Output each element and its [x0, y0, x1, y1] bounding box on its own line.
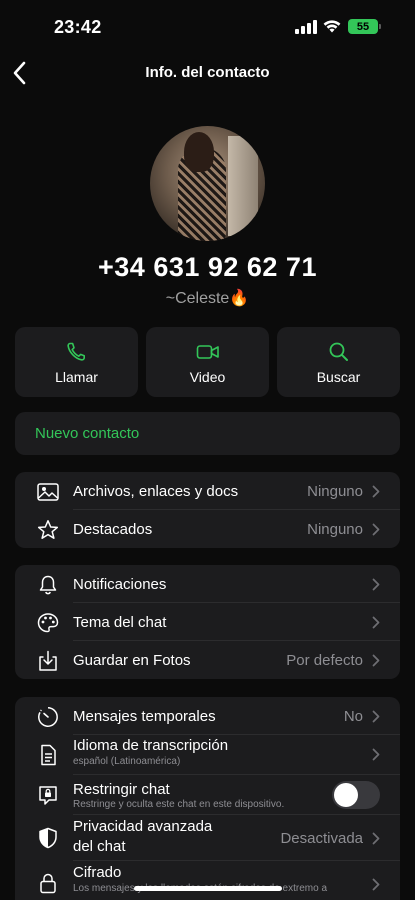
restrict-chat-sub: Restringe y oculta este chat en este dis… — [73, 799, 285, 810]
new-contact-label: Nuevo contacto — [35, 425, 140, 442]
contact-avatar[interactable] — [150, 126, 265, 241]
transcription-language-sub: español (Latinoamérica) — [73, 756, 181, 767]
notifications-row[interactable]: Notificaciones — [15, 565, 400, 603]
media-group: Archivos, enlaces y docs Ninguno Destaca… — [15, 472, 400, 548]
battery-indicator: 55 — [348, 19, 381, 34]
privacy-group: Mensajes temporales No Idioma de transcr… — [15, 697, 400, 900]
status-bar: 23:42 55 — [0, 0, 415, 56]
chevron-right-icon — [372, 485, 380, 498]
chevron-right-icon — [372, 878, 380, 891]
status-time: 23:42 — [54, 17, 102, 37]
chevron-right-icon — [372, 616, 380, 629]
restrict-chat-row: Restringir chat Restringe y oculta este … — [15, 775, 400, 815]
restrict-chat-label: Restringir chat — [73, 781, 170, 798]
encryption-label: Cifrado — [73, 864, 122, 881]
starred-value: Ninguno — [307, 521, 363, 538]
chevron-right-icon — [372, 710, 380, 723]
chevron-right-icon — [372, 748, 380, 761]
search-label: Buscar — [316, 369, 361, 385]
restrict-chat-toggle[interactable] — [332, 781, 380, 809]
chevron-right-icon — [372, 523, 380, 536]
video-icon — [196, 345, 219, 359]
starred-row[interactable]: Destacados Ninguno — [15, 510, 400, 548]
encryption-row[interactable]: Cifrado Los mensajes y las llamadas está… — [15, 861, 400, 900]
chat-settings-group: Notificaciones Tema del chat Guardar en … — [15, 565, 400, 679]
save-to-photos-label: Guardar en Fotos — [73, 652, 191, 669]
cellular-signal-icon — [295, 20, 317, 34]
files-links-docs-row[interactable]: Archivos, enlaces y docs Ninguno — [15, 472, 400, 510]
advanced-privacy-row[interactable]: Privacidad avanzada del chat Desactivada — [15, 815, 400, 861]
save-to-photos-row[interactable]: Guardar en Fotos Por defecto — [15, 641, 400, 679]
disappearing-messages-value: No — [343, 708, 363, 725]
files-links-docs-value: Ninguno — [307, 483, 363, 500]
chevron-right-icon — [372, 832, 380, 845]
star-icon — [37, 520, 59, 539]
new-contact-button[interactable]: Nuevo contacto — [15, 412, 400, 455]
home-indicator[interactable] — [134, 886, 282, 891]
disappearing-messages-label: Mensajes temporales — [73, 708, 216, 725]
photo-icon — [37, 483, 59, 501]
advanced-privacy-label-line2: del chat — [73, 838, 126, 855]
video-button[interactable]: Video — [146, 327, 269, 397]
search-button[interactable]: Buscar — [277, 327, 400, 397]
starred-label: Destacados — [73, 521, 153, 538]
video-label: Video — [189, 369, 226, 385]
transcription-language-row[interactable]: Idioma de transcripción español (Latinoa… — [15, 735, 400, 775]
advanced-privacy-value: Desactivada — [280, 830, 363, 847]
notifications-label: Notificaciones — [73, 576, 167, 593]
palette-icon — [37, 613, 59, 633]
chevron-right-icon — [372, 654, 380, 667]
lock-icon — [40, 873, 56, 894]
shield-icon — [39, 827, 57, 849]
timer-icon — [38, 707, 58, 727]
search-icon — [329, 342, 348, 361]
wifi-icon — [323, 20, 341, 33]
chevron-right-icon — [372, 578, 380, 591]
bell-icon — [39, 575, 57, 595]
nav-bar: Info. del contacto — [0, 56, 415, 92]
page-title: Info. del contacto — [145, 64, 270, 81]
download-icon — [39, 650, 57, 671]
document-icon — [41, 744, 56, 766]
save-to-photos-value: Por defecto — [286, 652, 363, 669]
phone-icon — [66, 342, 85, 361]
chat-lock-icon — [39, 786, 57, 805]
call-button[interactable]: Llamar — [15, 327, 138, 397]
disappearing-messages-row[interactable]: Mensajes temporales No — [15, 697, 400, 735]
contact-phone: +34 631 92 62 71 — [98, 252, 317, 282]
action-buttons: Llamar Video Buscar — [15, 327, 400, 397]
battery-level: 55 — [356, 20, 370, 33]
chat-theme-row[interactable]: Tema del chat — [15, 603, 400, 641]
call-label: Llamar — [55, 369, 98, 385]
chat-theme-label: Tema del chat — [73, 614, 167, 631]
advanced-privacy-label-line1: Privacidad avanzada — [73, 818, 213, 835]
contact-nickname: ~Celeste🔥 — [165, 290, 250, 307]
files-links-docs-label: Archivos, enlaces y docs — [73, 483, 239, 500]
transcription-language-label: Idioma de transcripción — [73, 737, 229, 754]
